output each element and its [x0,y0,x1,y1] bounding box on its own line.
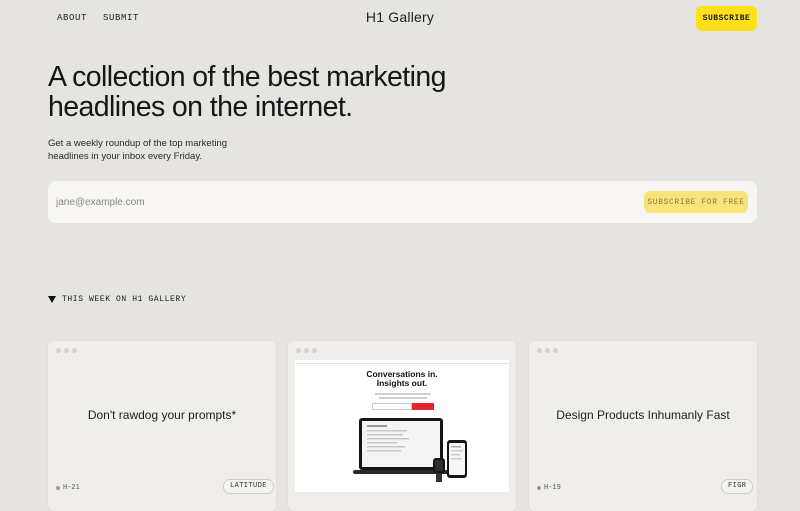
window-dots-icon [296,348,317,353]
site-logo[interactable]: H1 Gallery [0,9,800,25]
triangle-down-icon [48,295,56,303]
screenshot-cta [412,403,434,410]
card-id-label: H-19 [544,484,561,492]
subscribe-for-free-button[interactable]: SUBSCRIBE FOR FREE [644,191,748,213]
email-input[interactable] [56,193,556,211]
screenshot-card[interactable]: Conversations in. Insights out. [288,341,516,511]
card-id: H-19 [537,484,561,492]
newsletter-form: SUBSCRIBE FOR FREE [48,181,757,223]
screenshot-headline: Conversations in. Insights out. [295,370,509,388]
window-dots-icon [537,348,558,353]
laptop-phone-watch-illustration [353,418,467,482]
card-id-label: H-21 [63,484,80,492]
status-dot-icon [537,486,541,490]
card-headline: Design Products Inhumanly Fast [556,408,730,422]
screenshot-headline-text: Conversations in. Insights out. [366,369,438,388]
this-week-section-toggle[interactable]: THIS WEEK ON H1 GALLERY [48,293,186,305]
website-screenshot: Conversations in. Insights out. [295,360,509,492]
section-title: THIS WEEK ON H1 GALLERY [62,294,187,304]
subscribe-button[interactable]: SUBSCRIBE [696,6,757,31]
card-headline: Don't rawdog your prompts* [87,408,237,422]
card-id: H-21 [56,484,80,492]
screenshot-email-field [372,403,412,410]
card-company-tag[interactable]: LATITUDE [223,479,274,494]
card-company-tag[interactable]: FIGR [721,479,754,494]
status-dot-icon [56,486,60,490]
window-dots-icon [56,348,77,353]
page-tagline: Get a weekly roundup of the top marketin… [48,138,228,162]
page-title: A collection of the best marketing headl… [48,61,446,123]
